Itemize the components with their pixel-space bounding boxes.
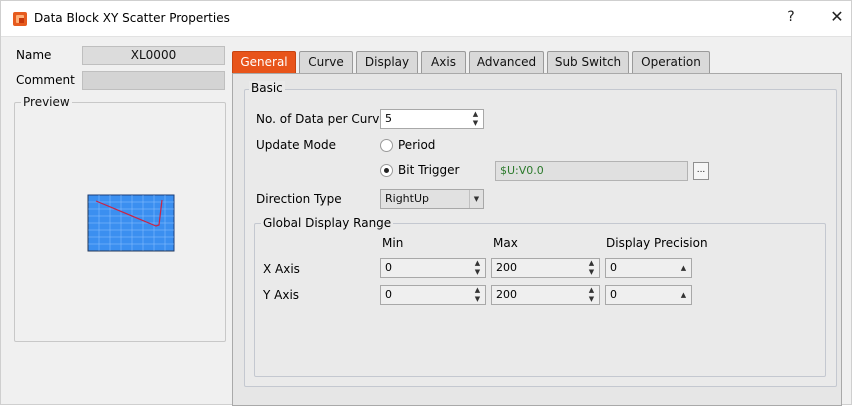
period-radio-label: Period [398, 138, 436, 152]
name-field[interactable]: XL0000 [82, 46, 225, 65]
data-per-curve-value: 5 [385, 112, 392, 125]
y-axis-label: Y Axis [263, 288, 300, 302]
name-label: Name [16, 48, 52, 62]
x-axis-min-stepper[interactable]: 0 ▲ ▼ [380, 258, 486, 278]
max-column-header: Max [493, 236, 518, 250]
y-axis-precision-value: 0 [610, 288, 617, 301]
spin-arrows-icon[interactable]: ▲ ▼ [471, 110, 480, 128]
direction-type-select[interactable]: RightUp ▼ [380, 189, 484, 209]
properties-dialog: Data Block XY Scatter Properties ? ✕ Nam… [0, 0, 852, 406]
window-title: Data Block XY Scatter Properties [34, 11, 230, 25]
preview-chart-image [87, 194, 175, 252]
spin-arrows-icon[interactable]: ▲ ▼ [473, 259, 482, 277]
x-axis-max-value: 200 [496, 261, 517, 274]
comment-field[interactable] [82, 71, 225, 90]
y-axis-min-stepper[interactable]: 0 ▲ ▼ [380, 285, 486, 305]
spin-up-icon[interactable]: ▲ [679, 286, 688, 304]
x-axis-precision-stepper[interactable]: 0 ▲ [605, 258, 692, 278]
spin-arrows-icon[interactable]: ▲ ▼ [473, 286, 482, 304]
bit-trigger-address-field[interactable]: $U:V0.0 [495, 161, 688, 181]
spin-up-icon[interactable]: ▲ [679, 259, 688, 277]
x-axis-precision-value: 0 [610, 261, 617, 274]
y-axis-min-value: 0 [385, 288, 392, 301]
preview-label: Preview [21, 95, 72, 109]
bit-trigger-radio[interactable] [380, 164, 393, 177]
spin-arrows-icon[interactable]: ▲ ▼ [587, 259, 596, 277]
tab-display[interactable]: Display [356, 51, 418, 73]
comment-label: Comment [16, 73, 75, 87]
precision-column-header: Display Precision [606, 236, 708, 250]
x-axis-label: X Axis [263, 262, 300, 276]
tab-advanced[interactable]: Advanced [469, 51, 544, 73]
tab-operation[interactable]: Operation [632, 51, 710, 73]
tab-sub-switch[interactable]: Sub Switch [547, 51, 629, 73]
data-per-curve-label: No. of Data per Curve [256, 112, 387, 126]
y-axis-max-value: 200 [496, 288, 517, 301]
x-axis-min-value: 0 [385, 261, 392, 274]
tab-general[interactable]: General [232, 51, 296, 73]
tab-curve[interactable]: Curve [299, 51, 353, 73]
chevron-down-icon[interactable]: ▼ [469, 190, 483, 208]
direction-type-label: Direction Type [256, 192, 342, 206]
close-button[interactable]: ✕ [829, 7, 845, 26]
tab-axis[interactable]: Axis [421, 51, 466, 73]
update-mode-label: Update Mode [256, 138, 336, 152]
x-axis-max-stepper[interactable]: 200 ▲ ▼ [491, 258, 600, 278]
direction-type-value: RightUp [385, 192, 429, 205]
global-display-range-title: Global Display Range [261, 216, 394, 230]
min-column-header: Min [382, 236, 404, 250]
basic-group-title: Basic [249, 81, 285, 95]
data-per-curve-stepper[interactable]: 5 ▲ ▼ [380, 109, 484, 129]
y-axis-max-stepper[interactable]: 200 ▲ ▼ [491, 285, 600, 305]
period-radio[interactable] [380, 139, 393, 152]
browse-address-button[interactable]: ... [693, 162, 709, 180]
bit-trigger-radio-label: Bit Trigger [398, 163, 460, 177]
title-bar: Data Block XY Scatter Properties ? ✕ [1, 1, 851, 37]
app-icon [13, 12, 27, 26]
help-button[interactable]: ? [783, 9, 799, 25]
spin-arrows-icon[interactable]: ▲ ▼ [587, 286, 596, 304]
y-axis-precision-stepper[interactable]: 0 ▲ [605, 285, 692, 305]
